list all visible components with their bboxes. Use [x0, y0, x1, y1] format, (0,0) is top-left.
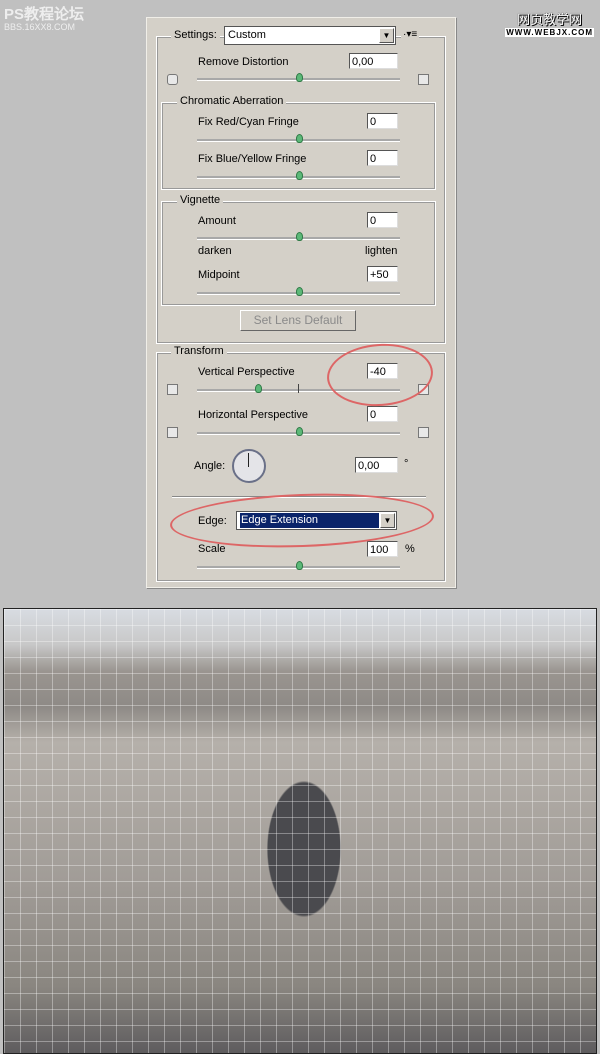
blue-yellow-input[interactable]: 0 [367, 150, 398, 166]
angle-label: Angle: [194, 460, 226, 472]
horizontal-perspective-right-icon [418, 427, 429, 438]
chevron-down-icon[interactable]: ▼ [379, 28, 394, 43]
transform-title: Transform [171, 345, 227, 357]
horizontal-perspective-left-icon [167, 427, 178, 438]
pincushion-distortion-icon [418, 74, 429, 85]
slider-thumb[interactable] [295, 171, 303, 180]
barrel-distortion-icon [167, 74, 178, 85]
watermark-title: PS教程论坛 [4, 6, 85, 23]
watermark-sub: BBS.16XX8.COM [4, 22, 76, 32]
preview-image-building [3, 608, 597, 1054]
vertical-perspective-label: Vertical Perspective [198, 366, 295, 378]
scale-input[interactable]: 100 [367, 541, 398, 557]
watermark-title: 网页教学网 [517, 12, 583, 27]
settings-label: Settings: [171, 29, 220, 41]
vertical-perspective-down-icon [167, 384, 178, 395]
slider-thumb[interactable] [295, 232, 303, 241]
amount-label: Amount [198, 215, 236, 227]
watermark-left: PS教程论坛 BBS.16XX8.COM [4, 3, 84, 32]
watermark-sub: WWW.WEBJX.COM [505, 28, 594, 37]
slider-thumb[interactable] [295, 287, 303, 296]
slider-thumb[interactable] [295, 134, 303, 143]
red-cyan-slider[interactable] [197, 134, 400, 143]
midpoint-label: Midpoint [198, 269, 240, 281]
slider-thumb[interactable] [295, 73, 303, 82]
red-cyan-input[interactable]: 0 [367, 113, 398, 129]
scale-label: Scale [198, 543, 226, 555]
angle-needle [248, 453, 249, 467]
horizontal-perspective-label: Horizontal Perspective [198, 409, 309, 421]
remove-distortion-slider[interactable] [197, 73, 400, 82]
vignette-title: Vignette [177, 194, 224, 206]
horizontal-perspective-input[interactable]: 0 [367, 406, 398, 422]
slider-thumb[interactable] [295, 561, 303, 570]
slider-thumb[interactable] [254, 384, 262, 393]
remove-distortion-label: Remove Distortion [198, 56, 289, 68]
percent-unit: % [405, 543, 415, 555]
red-cyan-label: Fix Red/Cyan Fringe [198, 116, 299, 128]
degree-unit: ° [404, 458, 409, 470]
settings-select[interactable]: Custom ▼ [224, 26, 396, 45]
midpoint-input[interactable]: +50 [367, 266, 398, 282]
horizontal-perspective-slider[interactable] [197, 427, 400, 436]
set-lens-default-button[interactable]: Set Lens Default [240, 310, 356, 331]
settings-value: Custom [228, 29, 266, 41]
angle-input[interactable]: 0,00 [355, 457, 398, 473]
remove-distortion-input[interactable]: 0,00 [349, 53, 398, 69]
angle-dial[interactable] [232, 449, 266, 483]
scale-slider[interactable] [197, 561, 400, 570]
midpoint-slider[interactable] [197, 287, 400, 296]
darken-label: darken [198, 245, 232, 257]
center-tick [298, 384, 299, 393]
flyout-menu-icon[interactable]: ·▾≡ [401, 29, 420, 40]
lighten-label: lighten [365, 245, 398, 257]
blue-yellow-slider[interactable] [197, 171, 400, 180]
watermark-right: 网页教学网 WWW.WEBJX.COM [505, 9, 594, 37]
amount-input[interactable]: 0 [367, 212, 398, 228]
blue-yellow-label: Fix Blue/Yellow Fringe [198, 153, 307, 165]
slider-thumb[interactable] [295, 427, 303, 436]
amount-slider[interactable] [197, 232, 400, 241]
chromatic-aberration-title: Chromatic Aberration [177, 95, 287, 107]
